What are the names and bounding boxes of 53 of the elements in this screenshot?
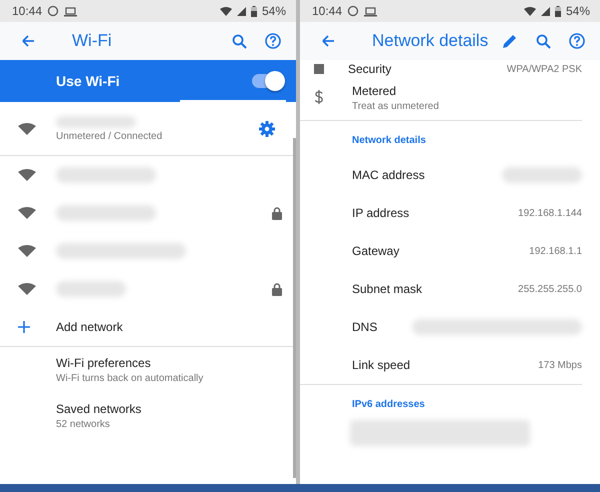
- battery-icon: [554, 6, 561, 16]
- detail-label: DNS: [352, 320, 378, 334]
- section-heading: Network details: [351, 134, 427, 148]
- battery-percent: 54%: [566, 4, 590, 18]
- laptop-icon: [364, 6, 378, 16]
- cell-signal-icon: [540, 6, 550, 16]
- chat-icon: [347, 5, 360, 17]
- security-value: WPA/WPA2 PSK: [506, 64, 582, 74]
- use-wifi-label: Use Wi-Fi: [56, 73, 121, 89]
- add-network-item[interactable]: Add network: [0, 308, 296, 346]
- search-icon: [536, 34, 550, 48]
- metered-title: Metered: [352, 84, 398, 98]
- cell-signal-icon: [236, 6, 246, 16]
- wifi-icon: [18, 283, 36, 295]
- detail-value: 192.168.1.144: [518, 208, 582, 218]
- detail-label: IP address: [352, 206, 410, 220]
- wifi-icon: [18, 207, 36, 219]
- back-arrow-icon: [20, 34, 34, 48]
- detail-value: 192.168.1.1: [529, 246, 582, 256]
- help-icon: [265, 33, 281, 49]
- section-heading: IPv6 addresses: [351, 398, 426, 412]
- wifi-toggle[interactable]: [252, 74, 282, 88]
- wifi-icon: [18, 169, 36, 181]
- settings-item[interactable]: Saved networks 52 networks: [0, 393, 296, 439]
- battery-icon: [250, 6, 257, 16]
- search-icon: [232, 34, 246, 48]
- wifi-icon: [18, 122, 36, 134]
- detail-label: Gateway: [352, 244, 400, 258]
- wifi-icon: [18, 245, 36, 257]
- back-arrow-icon: [320, 34, 334, 48]
- dollar-icon: [314, 90, 324, 104]
- settings-icon: [259, 120, 275, 136]
- status-time: 10:44: [12, 4, 42, 18]
- detail-value: 173 Mbps: [538, 360, 582, 370]
- laptop-icon: [64, 6, 78, 16]
- chat-icon: [47, 5, 60, 17]
- metered-subtitle: Treat as unmetered: [352, 101, 439, 112]
- connection-status: Unmetered / Connected: [56, 130, 164, 142]
- screen-title: Network details: [372, 31, 490, 51]
- plus-icon: [18, 321, 30, 333]
- screen-title: Wi-Fi: [72, 31, 113, 51]
- battery-percent: 54%: [262, 4, 286, 18]
- detail-label: MAC address: [352, 168, 426, 182]
- help-icon: [569, 33, 585, 49]
- status-time: 10:44: [312, 4, 342, 18]
- wifi-signal-icon: [524, 6, 536, 16]
- pencil-icon: [502, 34, 516, 48]
- detail-value: 255.255.255.0: [518, 284, 582, 294]
- security-label: Security: [348, 62, 392, 76]
- settings-item[interactable]: Wi-Fi preferences Wi-Fi turns back on automatically: [0, 347, 296, 393]
- detail-label: Subnet mask: [352, 282, 424, 296]
- wifi-signal-icon: [220, 6, 232, 16]
- detail-label: Link speed: [352, 358, 412, 372]
